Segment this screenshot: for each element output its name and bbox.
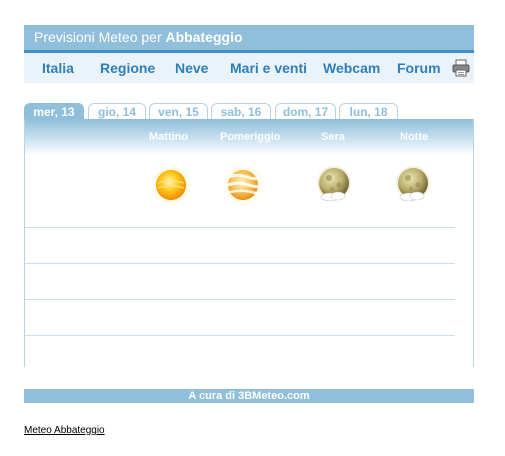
nav-link-regione[interactable]: Regione	[100, 60, 155, 76]
nav-link-mari-e-venti[interactable]: Mari e venti	[230, 60, 307, 76]
tab-day-6[interactable]: lun, 18	[339, 103, 398, 119]
nav-link-neve[interactable]: Neve	[175, 60, 208, 76]
title-prefix: Previsioni Meteo per	[34, 29, 162, 45]
weather-widget: Previsioni Meteo per Abbateggio Italia R…	[24, 25, 474, 83]
day-tabs: mer, 13 gio, 14 ven, 15 sab, 16 dom, 17 …	[24, 103, 474, 119]
tab-day-5[interactable]: dom, 17	[275, 103, 336, 119]
widget-title: Previsioni Meteo per Abbateggio	[24, 25, 474, 53]
tab-day-4[interactable]: sab, 16	[211, 103, 271, 119]
nav-bar: Italia Regione Neve Mari e venti Webcam …	[24, 53, 474, 83]
sun-icon	[150, 164, 192, 206]
forecast-panel: Mattino Pomeriggio Sera Notte	[24, 119, 474, 367]
tab-day-2[interactable]: gio, 14	[88, 103, 146, 119]
period-label-night: Notte	[400, 131, 429, 143]
meteo-link[interactable]: Meteo Abbateggio	[24, 425, 105, 436]
row-divider	[25, 227, 455, 228]
row-divider	[25, 263, 455, 264]
sun-hazy-icon	[222, 164, 265, 206]
row-divider	[25, 335, 455, 336]
printer-icon[interactable]	[452, 59, 470, 77]
moon-cloud-icon	[396, 166, 430, 202]
period-label-evening: Sera	[321, 131, 345, 143]
moon-cloud-icon	[317, 166, 351, 202]
period-label-morning: Mattino	[149, 131, 189, 143]
period-label-afternoon: Pomeriggio	[220, 131, 281, 143]
tab-day-3[interactable]: ven, 15	[149, 103, 208, 119]
row-divider	[25, 299, 455, 300]
period-header: Mattino Pomeriggio Sera Notte	[25, 119, 473, 155]
nav-link-forum[interactable]: Forum	[397, 60, 441, 76]
nav-link-italia[interactable]: Italia	[42, 60, 74, 76]
nav-link-webcam[interactable]: Webcam	[323, 60, 380, 76]
tab-day-1[interactable]: mer, 13	[24, 103, 84, 119]
title-location: Abbateggio	[165, 29, 243, 45]
credit-bar[interactable]: A cura di 3BMeteo.com	[24, 389, 474, 403]
